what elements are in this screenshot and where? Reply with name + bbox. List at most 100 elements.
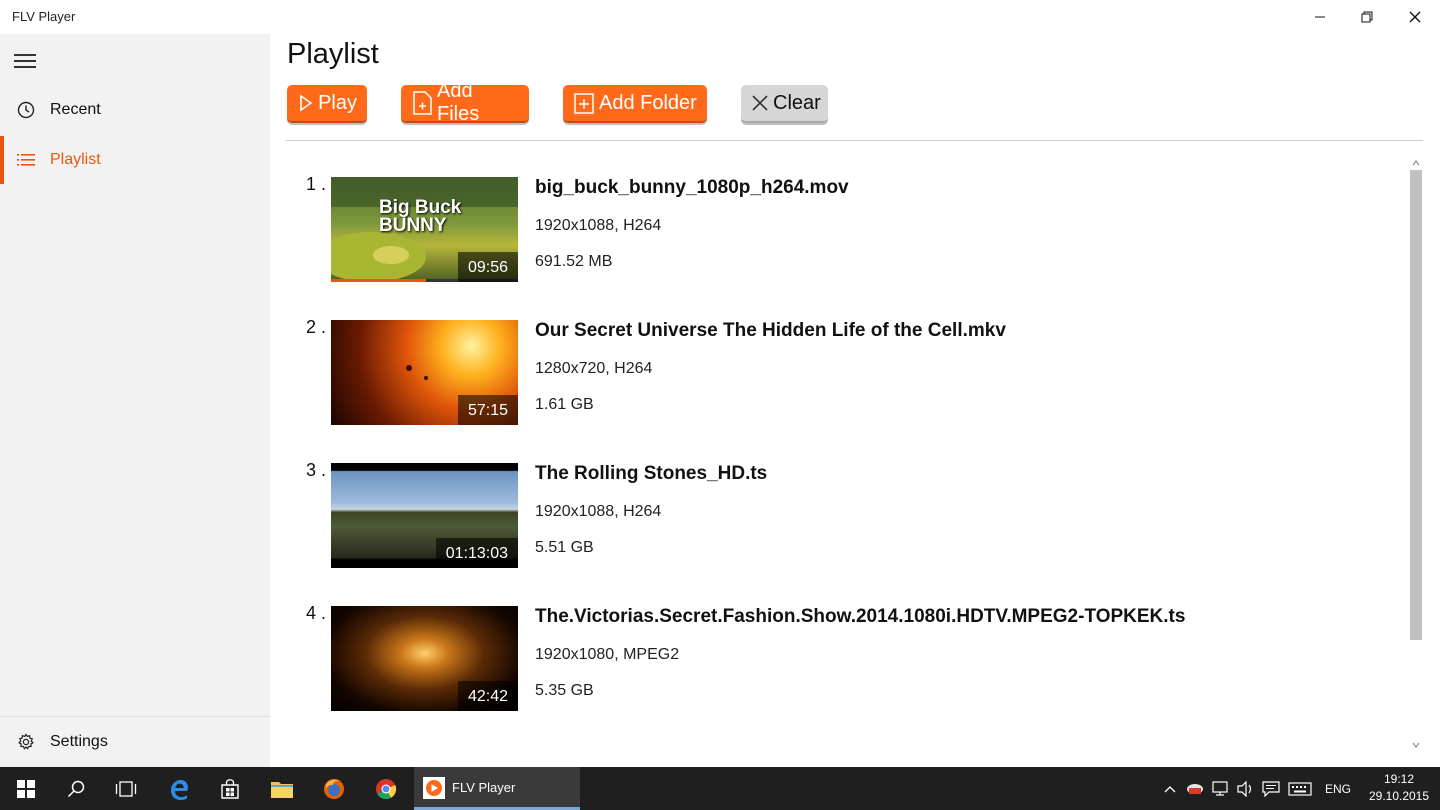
list-item[interactable]: 2 . 57:15 Our Secret Universe The Hidden… xyxy=(270,303,1400,425)
network-icon xyxy=(1212,780,1228,796)
active-indicator xyxy=(0,136,4,184)
video-thumbnail[interactable]: 42:42 xyxy=(331,606,518,711)
restore-button[interactable] xyxy=(1343,0,1391,34)
action-center-button[interactable] xyxy=(1260,767,1282,810)
hamburger-menu-icon[interactable] xyxy=(14,54,36,68)
scrollbar-thumb[interactable] xyxy=(1410,170,1422,640)
add-folder-button[interactable]: Add Folder xyxy=(563,85,707,123)
file-name: The.Victorias.Secret.Fashion.Show.2014.1… xyxy=(535,606,1186,627)
vertical-scrollbar[interactable] xyxy=(1409,158,1423,750)
firefox-button[interactable] xyxy=(308,767,360,810)
item-number: 4 . xyxy=(306,603,327,623)
add-folder-label: Add Folder xyxy=(599,91,697,114)
add-files-button[interactable]: Add Files xyxy=(401,80,529,125)
page-title: Playlist xyxy=(287,38,379,70)
add-file-icon xyxy=(411,91,433,115)
edge-icon xyxy=(171,779,188,800)
taskbar-clock[interactable]: 19:12 29.10.2015 xyxy=(1364,771,1434,805)
video-thumbnail[interactable]: Big Buck BUNNY 09:56 xyxy=(331,177,518,282)
play-button[interactable]: Play xyxy=(287,85,367,123)
windows-logo-icon xyxy=(17,779,35,798)
file-explorer-button[interactable] xyxy=(256,767,308,810)
sidebar-item-recent[interactable]: Recent xyxy=(0,86,270,134)
title-bar: FLV Player xyxy=(0,0,1440,34)
video-thumbnail[interactable]: 01:13:03 xyxy=(331,463,518,568)
file-name: big_buck_bunny_1080p_h264.mov xyxy=(535,177,849,198)
list-item[interactable]: 3 . 01:13:03 The Rolling Stones_HD.ts 19… xyxy=(270,446,1400,568)
flv-player-app-icon xyxy=(423,777,445,804)
thumbnail-title-text: Big Buck BUNNY xyxy=(379,197,462,236)
input-language-button[interactable]: ENG xyxy=(1318,767,1358,810)
divider xyxy=(0,716,270,717)
duration-badge: 09:56 xyxy=(457,252,518,282)
duration-badge: 42:42 xyxy=(457,681,518,711)
task-view-icon xyxy=(115,780,137,797)
sidebar-item-settings[interactable]: Settings xyxy=(0,718,270,766)
file-size: 1.61 GB xyxy=(535,396,594,413)
task-view-button[interactable] xyxy=(100,767,152,810)
main-content: Playlist Play Add Files Add Folder Clear… xyxy=(270,34,1440,767)
search-button[interactable] xyxy=(50,767,102,810)
toolbar-divider xyxy=(286,140,1423,141)
volume-button[interactable] xyxy=(1235,767,1257,810)
store-icon xyxy=(221,778,239,799)
file-resolution: 1920x1088, H264 xyxy=(535,217,662,234)
list-item[interactable]: 4 . 42:42 The.Victorias.Secret.Fashion.S… xyxy=(270,589,1400,711)
speaker-icon xyxy=(1237,780,1252,797)
file-resolution: 1280x720, H264 xyxy=(535,360,653,377)
file-resolution: 1920x1080, MPEG2 xyxy=(535,646,680,663)
list-icon xyxy=(16,150,36,170)
minimize-icon xyxy=(1315,16,1325,18)
chevron-up-icon xyxy=(1164,785,1176,792)
duration-badge: 01:13:03 xyxy=(435,538,518,568)
file-size: 5.51 GB xyxy=(535,539,594,556)
taskbar-app-flv-player[interactable]: FLV Player xyxy=(414,767,580,810)
scroll-up-icon xyxy=(1412,160,1420,166)
scroll-down-icon xyxy=(1412,742,1420,748)
close-icon xyxy=(1409,11,1421,23)
close-button[interactable] xyxy=(1391,0,1439,34)
clear-button[interactable]: Clear xyxy=(741,85,828,123)
notification-icon xyxy=(1262,780,1280,797)
file-size: 691.52 MB xyxy=(535,253,613,270)
item-number: 1 . xyxy=(306,174,327,194)
minimize-button[interactable] xyxy=(1296,0,1344,34)
file-size: 5.35 GB xyxy=(535,682,594,699)
file-name: The Rolling Stones_HD.ts xyxy=(535,463,768,484)
gear-icon xyxy=(16,732,36,752)
sidebar: Recent Playlist Settings xyxy=(0,34,270,767)
edge-browser-button[interactable] xyxy=(153,767,205,810)
file-name: Our Secret Universe The Hidden Life of t… xyxy=(535,320,1006,341)
add-files-label: Add Files xyxy=(437,80,480,125)
clear-label: Clear xyxy=(773,91,821,114)
language-label: ENG xyxy=(1324,781,1351,796)
clock-date: 29.10.2015 xyxy=(1368,789,1430,803)
taskbar: FLV Player ENG 19:12 29.10.2015 xyxy=(0,767,1440,810)
sidebar-item-label: Recent xyxy=(50,101,101,118)
show-hidden-icons-button[interactable] xyxy=(1160,767,1180,810)
taskbar-app-label: FLV Player xyxy=(452,780,516,795)
restore-icon xyxy=(1361,11,1373,23)
list-item[interactable]: 1 . Big Buck BUNNY 09:56 big_buck_bunny_… xyxy=(270,160,1400,282)
item-number: 3 . xyxy=(306,460,327,480)
file-resolution: 1920x1088, H264 xyxy=(535,503,662,520)
settings-label: Settings xyxy=(50,733,108,750)
video-thumbnail[interactable]: 57:15 xyxy=(331,320,518,425)
firefox-icon xyxy=(324,778,344,799)
tray-app-button[interactable] xyxy=(1184,767,1206,810)
chrome-button[interactable] xyxy=(360,767,412,810)
play-label: Play xyxy=(318,91,357,114)
touch-keyboard-button[interactable] xyxy=(1286,767,1314,810)
clock-icon xyxy=(16,100,36,120)
item-number: 2 . xyxy=(306,317,327,337)
close-icon xyxy=(751,91,769,115)
clock-time: 19:12 xyxy=(1383,772,1415,786)
folder-icon xyxy=(271,781,293,798)
keyboard-icon xyxy=(1288,781,1312,796)
network-button[interactable] xyxy=(1210,767,1232,810)
store-button[interactable] xyxy=(204,767,256,810)
sidebar-item-playlist[interactable]: Playlist xyxy=(0,136,270,184)
search-icon xyxy=(67,780,85,797)
chrome-icon xyxy=(376,778,397,799)
start-button[interactable] xyxy=(0,767,52,810)
